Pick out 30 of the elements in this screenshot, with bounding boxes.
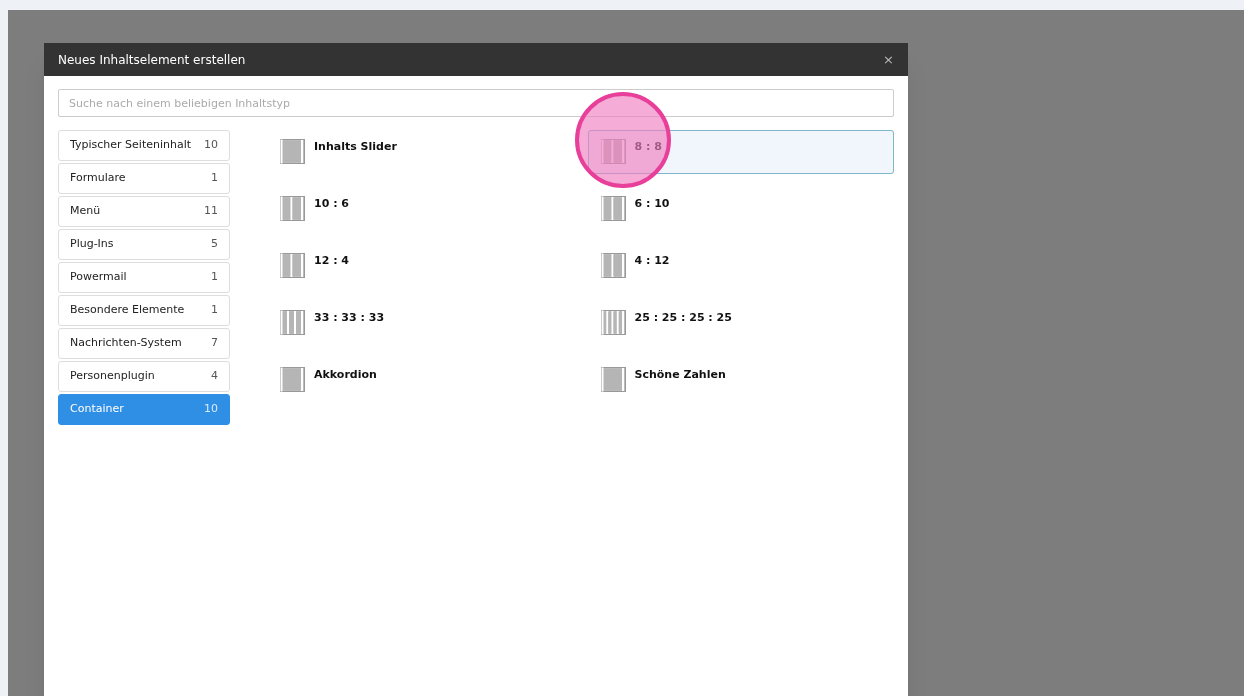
content-element-option[interactable]: 4 : 12 (587, 244, 894, 288)
category-tab[interactable]: Menü 11 (58, 196, 230, 227)
column-layout-icon (600, 310, 626, 335)
category-tab[interactable]: Formulare 1 (58, 163, 230, 194)
column-layout-icon (280, 139, 305, 164)
column-layout-icon (600, 253, 626, 278)
category-tab[interactable]: Plug-Ins 5 (58, 229, 230, 260)
category-tab[interactable]: Besondere Elemente 1 (58, 295, 230, 326)
column-layout-icon (600, 367, 626, 392)
content-element-option[interactable]: 33 : 33 : 33 (267, 301, 574, 345)
column-layout-icon (280, 253, 305, 278)
dialog-title: Neues Inhaltselement erstellen (58, 51, 246, 69)
column-layout-icon (280, 310, 305, 335)
content-element-option[interactable]: 12 : 4 (267, 244, 574, 288)
content-element-option[interactable]: Schöne Zahlen (587, 358, 894, 402)
category-tab[interactable]: Personenplugin 4 (58, 361, 230, 392)
column-layout-icon (280, 196, 305, 221)
column-layout-icon (600, 196, 626, 221)
column-layout-icon (600, 139, 626, 164)
close-button[interactable]: × (883, 53, 894, 66)
category-tab[interactable]: Powermail 1 (58, 262, 230, 293)
search-field[interactable]: Suche nach einem beliebigen Inhaltstyp (58, 89, 894, 117)
content-element-option[interactable]: 25 : 25 : 25 : 25 (587, 301, 894, 345)
category-tab[interactable]: Typischer Seiteninhalt 10 (58, 130, 230, 161)
content-element-option[interactable]: Akkordion (267, 358, 574, 402)
content-element-option[interactable]: 10 : 6 (267, 187, 574, 231)
content-element-option[interactable]: Inhalts Slider (267, 130, 574, 174)
column-layout-icon (280, 367, 305, 392)
category-tab[interactable]: Nachrichten-System 7 (58, 328, 230, 359)
content-element-option[interactable]: 6 : 10 (587, 187, 894, 231)
